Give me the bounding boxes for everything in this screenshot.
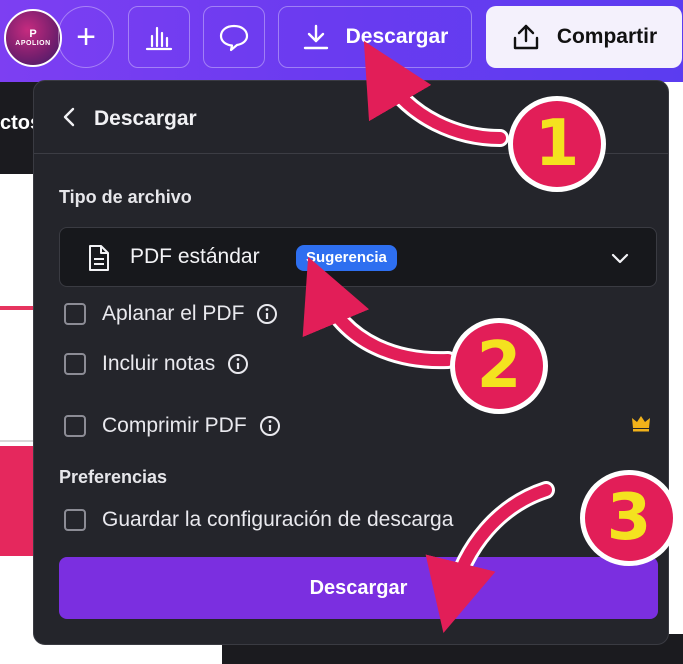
compress-pdf-checkbox[interactable] [64,415,86,437]
download-button[interactable]: Descargar [59,557,658,619]
save-settings-label: Guardar la configuración de descarga [102,508,454,531]
add-button[interactable]: + [58,6,114,68]
plus-icon: + [76,18,96,56]
chevron-left-icon [63,107,75,127]
file-type-label: Tipo de archivo [59,187,192,207]
include-notes-label: Incluir notas [102,352,216,375]
document-icon [89,245,109,271]
include-notes-option[interactable]: Incluir notas [64,349,249,379]
share-button[interactable]: Compartir [486,6,682,68]
save-settings-checkbox[interactable] [64,509,86,531]
download-toolbar-button[interactable]: Descargar [278,6,472,68]
chevron-down-icon [611,253,629,264]
avatar[interactable]: P APOLION [4,9,62,67]
comment-icon [219,24,249,52]
step-badge-2: 2 [450,318,548,414]
download-icon [303,24,328,50]
brand-logo-mark: P [29,27,37,40]
file-type-select[interactable]: PDF estándar Sugerencia [59,227,657,287]
download-toolbar-label: Descargar [345,25,449,48]
upload-icon [513,24,539,50]
flatten-pdf-checkbox[interactable] [64,303,86,325]
analytics-button[interactable] [128,6,190,68]
info-icon[interactable] [256,303,278,325]
panel-title: Descargar [94,107,197,130]
suggestion-badge: Sugerencia [296,245,397,271]
bar-chart-icon [145,26,173,51]
compress-pdf-label: Comprimir PDF [102,414,247,437]
top-toolbar: P APOLION + Descargar Compartir [0,0,683,82]
flatten-pdf-option[interactable]: Aplanar el PDF [64,299,278,329]
include-notes-checkbox[interactable] [64,353,86,375]
save-settings-option[interactable]: Guardar la configuración de descarga [64,505,465,535]
compress-pdf-option[interactable]: Comprimir PDF [64,411,281,441]
step-badge-1: 1 [508,96,606,192]
flatten-pdf-label: Aplanar el PDF [102,302,245,325]
preferences-label: Preferencias [59,467,168,487]
file-type-value: PDF estándar [130,245,260,268]
info-icon[interactable] [227,353,249,375]
crown-icon [632,416,650,432]
back-button[interactable] [62,103,86,131]
info-icon[interactable] [259,415,281,437]
step-badge-3: 3 [580,470,678,566]
share-label: Compartir [556,25,658,48]
comment-button[interactable] [203,6,265,68]
brand-logo-text: APOLION [15,39,51,47]
